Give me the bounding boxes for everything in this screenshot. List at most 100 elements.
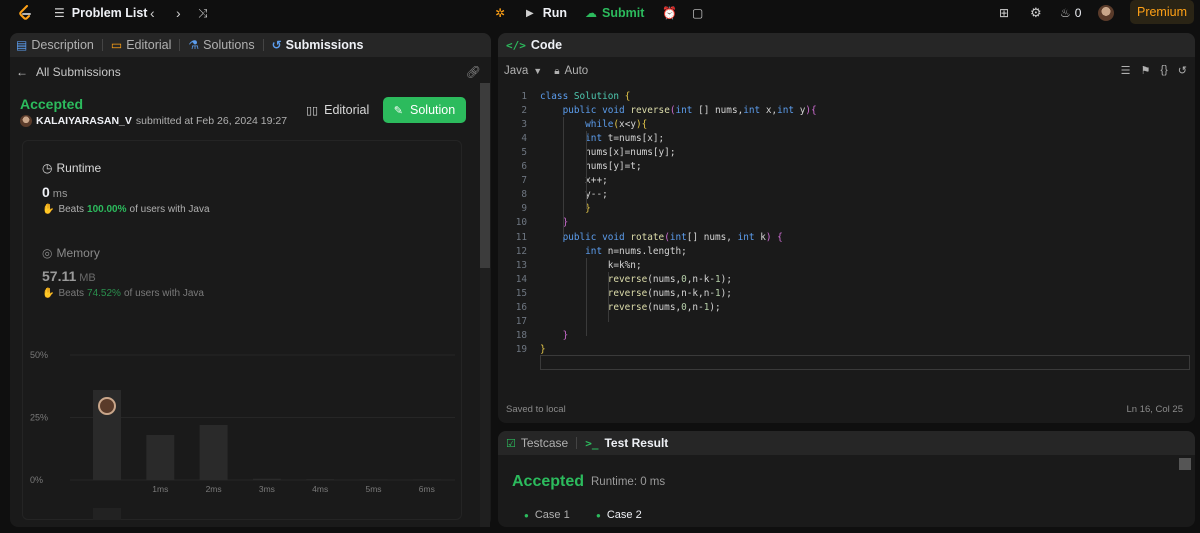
runtime-number: 0 xyxy=(42,184,50,200)
memory-label[interactable]: ◎ Memory xyxy=(42,246,100,260)
chevron-left-icon: ‹ xyxy=(150,5,155,21)
code-text: class Solution { xyxy=(540,90,631,102)
case-2-label: Case 2 xyxy=(606,509,642,521)
code-line[interactable]: 2 public void reverse(int [] nums,int x,… xyxy=(498,103,1195,117)
problem-list-button[interactable]: ☰ Problem List xyxy=(54,0,147,26)
chart-bar[interactable] xyxy=(252,478,281,480)
code-icon: </> xyxy=(506,38,526,52)
next-problem-button[interactable]: › xyxy=(176,0,181,26)
code-line[interactable]: 4 int t=nums[x]; xyxy=(498,131,1195,145)
code-line[interactable]: 7 x++; xyxy=(498,174,1195,188)
code-line[interactable]: 17 xyxy=(498,315,1195,329)
code-line[interactable]: 11 public void rotate(int[] nums, int k)… xyxy=(498,230,1195,244)
code-line[interactable]: 15 reverse(nums,n-k,n-1); xyxy=(498,286,1195,300)
code-line[interactable]: 1 class Solution { xyxy=(498,89,1195,103)
prev-problem-button[interactable]: ‹ xyxy=(150,0,155,26)
braces-icon[interactable]: {} xyxy=(1160,64,1167,77)
runtime-label[interactable]: ◷ Runtime xyxy=(42,161,101,175)
code-line[interactable]: 6 nums[y]=t; xyxy=(498,160,1195,174)
chevron-down-icon[interactable]: ▼ xyxy=(533,66,542,76)
code-text: int n=nums.length; xyxy=(585,245,687,257)
chart-bar[interactable] xyxy=(306,479,335,480)
saved-status: Saved to local xyxy=(506,404,566,415)
grid-layout-icon: ⊞ xyxy=(999,6,1010,20)
reset-icon[interactable]: ↺ xyxy=(1178,64,1187,77)
runtime-unit: ms xyxy=(52,188,68,200)
format-icon[interactable]: ☰ xyxy=(1121,64,1131,77)
clock-icon: ◷ xyxy=(42,161,53,175)
tab-submissions[interactable]: ↺ Submissions xyxy=(272,38,364,52)
code-line[interactable]: 18 } xyxy=(498,329,1195,343)
all-submissions-link[interactable]: ← All Submissions xyxy=(16,65,121,79)
cloud-upload-icon: ☁ xyxy=(585,6,597,20)
premium-button[interactable]: Premium xyxy=(1130,0,1194,24)
code-line[interactable]: 13 k=k%n; xyxy=(498,258,1195,272)
code-text: while(x<y){ xyxy=(585,118,648,130)
run-button[interactable]: ▶ Run xyxy=(526,0,567,26)
note-icon: ▢ xyxy=(692,6,704,20)
submission-user[interactable]: KALAIYARASAN_V xyxy=(36,115,132,127)
chart-bar[interactable] xyxy=(146,435,175,480)
streak-counter[interactable]: ♨ 0 xyxy=(1060,0,1081,26)
tab-solutions[interactable]: ⚗ Solutions xyxy=(188,38,254,52)
x-tick-label: 4ms xyxy=(312,484,328,494)
leetcode-logo[interactable] xyxy=(18,0,32,26)
gear-icon: ⚙ xyxy=(1030,5,1042,20)
code-line[interactable]: 12 int n=nums.length; xyxy=(498,244,1195,258)
tab-editorial[interactable]: ▭ Editorial xyxy=(111,38,172,52)
copy-link-button[interactable]: 🔗︎ xyxy=(466,65,481,79)
tab-code[interactable]: </> Code xyxy=(498,33,1195,57)
line-number: 6 xyxy=(521,161,527,172)
debug-button[interactable]: ✲ xyxy=(495,0,505,26)
top-navbar: ☰ Problem List ‹ › ⤨ ✲ ▶ Run ☁ Submit ⏰ … xyxy=(0,0,1200,26)
code-line[interactable]: 16 reverse(nums,0,n-1); xyxy=(498,301,1195,315)
indent-guide xyxy=(608,272,609,322)
chart-bar[interactable] xyxy=(199,425,228,480)
code-line[interactable]: 9 } xyxy=(498,202,1195,216)
submit-button[interactable]: ☁ Submit xyxy=(585,0,644,26)
submission-time: submitted at Feb 26, 2024 19:27 xyxy=(135,115,288,127)
arrow-left-icon: ← xyxy=(16,65,28,79)
language-select[interactable]: Java xyxy=(504,65,528,77)
case-1-label: Case 1 xyxy=(534,509,570,521)
y-tick-label: 25% xyxy=(30,413,48,423)
code-line[interactable]: 5 nums[x]=nums[y]; xyxy=(498,145,1195,159)
premium-label: Premium xyxy=(1136,5,1187,19)
left-panel-scrollbar[interactable] xyxy=(480,83,490,527)
mode-label[interactable]: Auto xyxy=(565,65,589,77)
bookmark-icon[interactable]: ⚑ xyxy=(1141,64,1151,77)
editorial-button[interactable]: ▯▯ Editorial xyxy=(306,99,369,121)
list-icon: ☰ xyxy=(54,6,65,20)
case-1-button[interactable]: ● Case 1 xyxy=(524,509,570,521)
line-number: 3 xyxy=(521,118,527,130)
streak-count: 0 xyxy=(1074,6,1082,20)
code-line[interactable]: 8 y--; xyxy=(498,188,1195,202)
timer-button[interactable]: ⏰ xyxy=(662,0,677,26)
code-line[interactable]: 19} xyxy=(498,343,1195,357)
code-line[interactable]: 3 while(x<y){ xyxy=(498,117,1195,131)
tab-test-result[interactable]: >_ Test Result xyxy=(585,436,668,450)
notes-button[interactable]: ▢ xyxy=(692,0,703,26)
beats-percent: 74.52% xyxy=(87,288,121,299)
tab-description[interactable]: ▤ Description xyxy=(16,38,94,52)
runtime-distribution-chart[interactable]: 50%25%0%1ms1ms2ms2ms3ms3ms4ms4ms5ms5ms6m… xyxy=(30,315,460,520)
code-line[interactable]: 14 reverse(nums,0,n-k-1); xyxy=(498,272,1195,286)
case-2-button[interactable]: ● Case 2 xyxy=(596,509,642,521)
settings-button[interactable]: ⚙ xyxy=(1030,0,1042,26)
layout-button[interactable]: ⊞ xyxy=(999,0,1009,26)
history-icon: ↺ xyxy=(271,38,282,52)
code-text: k=k%n; xyxy=(540,259,642,271)
scrollbar-thumb[interactable] xyxy=(480,83,490,268)
run-label: Run xyxy=(542,6,568,20)
memory-beats: ✋ Beats 74.52% of users with Java xyxy=(42,288,204,299)
user-avatar[interactable] xyxy=(1098,0,1118,26)
random-problem-button[interactable]: ⤨ xyxy=(198,0,208,26)
code-area[interactable]: 1 class Solution {2 public void reverse(i… xyxy=(498,88,1195,378)
beats-suffix: of users with Java xyxy=(123,288,204,299)
solution-button[interactable]: ✎ Solution xyxy=(383,97,466,123)
result-scrollbar[interactable] xyxy=(1179,458,1191,470)
chart-bar[interactable] xyxy=(412,479,441,481)
chart-bar[interactable] xyxy=(359,479,388,481)
tab-testcase[interactable]: ☑ Testcase xyxy=(506,436,568,450)
code-line[interactable]: 10 } xyxy=(498,216,1195,230)
